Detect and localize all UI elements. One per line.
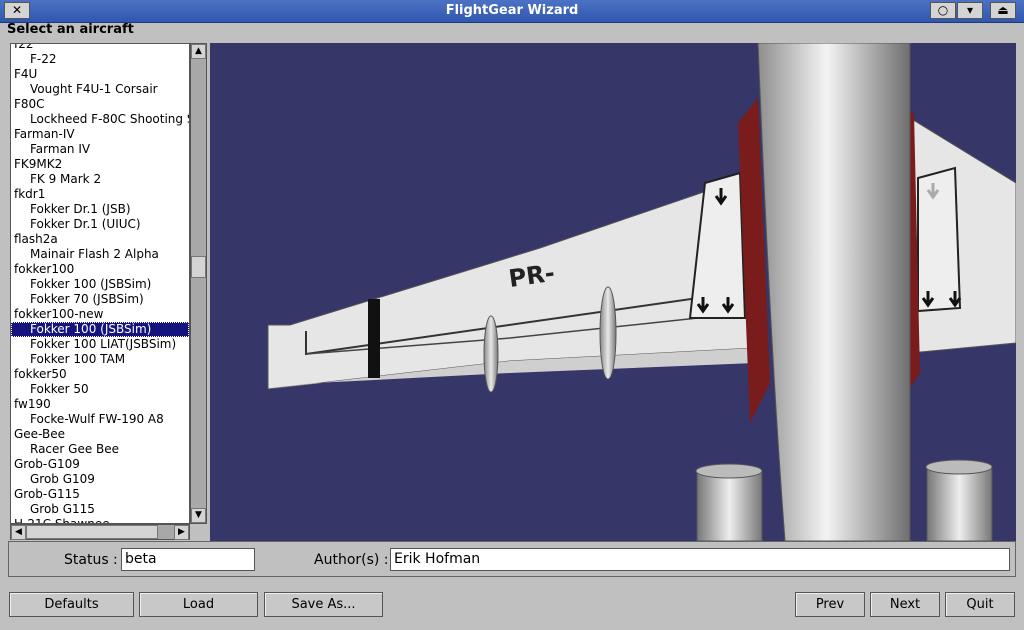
aircraft-model-item[interactable]: Mainair Flash 2 Alpha — [11, 247, 189, 262]
aircraft-group-item[interactable]: fokker50 — [11, 367, 189, 382]
aircraft-model-item[interactable]: Focke-Wulf FW-190 A8 — [11, 412, 189, 427]
status-label: Status : — [64, 552, 118, 568]
save-as-button[interactable]: Save As... — [264, 592, 383, 617]
aircraft-model-item[interactable]: Fokker 70 (JSBSim) — [11, 292, 189, 307]
aircraft-group-item[interactable]: F80C — [11, 97, 189, 112]
aircraft-group-item[interactable]: flash2a — [11, 232, 189, 247]
aircraft-model-item[interactable]: Farman IV — [11, 142, 189, 157]
aircraft-model-item[interactable]: Fokker 50 — [11, 382, 189, 397]
prev-button[interactable]: Prev — [795, 592, 865, 617]
aircraft-model-item[interactable]: Lockheed F-80C Shooting S — [11, 112, 189, 127]
aircraft-group-item[interactable]: Grob-G109 — [11, 457, 189, 472]
title-bar: ✕ FlightGear Wizard ○ ▾ ⏏ — [0, 0, 1024, 23]
aircraft-render: PR- — [267, 43, 1016, 541]
scroll-right-icon[interactable]: ▶ — [174, 525, 189, 540]
load-button[interactable]: Load — [139, 592, 258, 617]
authors-label: Author(s) : — [314, 552, 389, 568]
aircraft-group-item[interactable]: Grob-G115 — [11, 487, 189, 502]
window-title: FlightGear Wizard — [445, 3, 579, 18]
scroll-left-icon[interactable]: ◀ — [11, 525, 26, 540]
scroll-thumb-horizontal[interactable] — [26, 525, 158, 539]
aircraft-group-item[interactable]: fokker100 — [11, 262, 189, 277]
quit-button[interactable]: Quit — [945, 592, 1015, 617]
defaults-button[interactable]: Defaults — [9, 592, 134, 617]
aircraft-group-item[interactable]: Farman-IV — [11, 127, 189, 142]
aircraft-model-item[interactable]: Grob G115 — [11, 502, 189, 517]
aircraft-group-item[interactable]: H-21C Shawnee — [11, 517, 189, 523]
aircraft-model-item[interactable]: F-22 — [11, 52, 189, 67]
aircraft-preview[interactable]: PR- — [210, 43, 1016, 541]
authors-field[interactable]: Erik Hofman — [390, 548, 1010, 571]
aircraft-group-item[interactable]: F4U — [11, 67, 189, 82]
aircraft-model-item[interactable]: Fokker 100 (JSBSim) — [11, 322, 189, 337]
scroll-thumb[interactable] — [191, 256, 206, 278]
aircraft-model-item[interactable]: Vought F4U-1 Corsair — [11, 82, 189, 97]
aircraft-group-item[interactable]: f22 — [11, 44, 189, 52]
aircraft-model-item[interactable]: Fokker 100 (JSBSim) — [11, 277, 189, 292]
aircraft-model-item[interactable]: Grob G109 — [11, 472, 189, 487]
page-title: Select an aircraft — [7, 22, 134, 37]
aircraft-list[interactable]: f22 F-22 F4U Vought F4U-1 Corsair F80C Lockhe… — [10, 43, 190, 524]
list-horizontal-scrollbar[interactable]: ◀ ▶ — [10, 524, 190, 540]
minimize-icon[interactable]: ▾ — [957, 2, 983, 19]
status-field[interactable]: beta — [121, 548, 255, 571]
maximize-icon[interactable]: ⏏ — [990, 2, 1016, 19]
aircraft-group-item[interactable]: fokker100-new — [11, 307, 189, 322]
aircraft-model-item[interactable]: Fokker Dr.1 (UIUC) — [11, 217, 189, 232]
aircraft-model-item[interactable]: Fokker 100 TAM — [11, 352, 189, 367]
scroll-down-icon[interactable]: ▼ — [191, 508, 206, 523]
next-button[interactable]: Next — [870, 592, 940, 617]
aircraft-group-item[interactable]: FK9MK2 — [11, 157, 189, 172]
aircraft-group-item[interactable]: Gee-Bee — [11, 427, 189, 442]
shade-icon[interactable]: ○ — [930, 2, 956, 19]
aircraft-group-item[interactable]: fw190 — [11, 397, 189, 412]
aircraft-model-item[interactable]: Racer Gee Bee — [11, 442, 189, 457]
list-vertical-scrollbar[interactable]: ▲ ▼ — [190, 43, 207, 524]
aircraft-model-item[interactable]: Fokker Dr.1 (JSB) — [11, 202, 189, 217]
scroll-up-icon[interactable]: ▲ — [191, 44, 206, 59]
aircraft-group-item[interactable]: fkdr1 — [11, 187, 189, 202]
aircraft-model-item[interactable]: Fokker 100 LIAT(JSBSim) — [11, 337, 189, 352]
aircraft-info-panel: Status : beta Author(s) : Erik Hofman — [8, 541, 1016, 577]
aircraft-model-item[interactable]: FK 9 Mark 2 — [11, 172, 189, 187]
